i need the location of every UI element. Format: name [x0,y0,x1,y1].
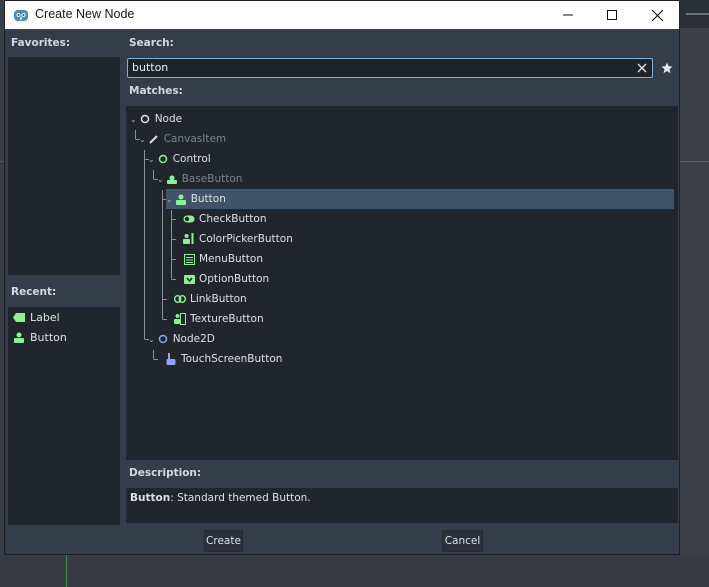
background-editor-bottom [0,555,709,587]
godot-icon [13,7,29,23]
recent-item-text: Label [30,310,60,324]
tree-item-label: Node2D [172,333,215,345]
chevron-down-icon[interactable]: ⌄ [148,155,155,164]
tree-item-linkbutton[interactable]: LinkButton [174,289,247,309]
description-body: : Standard themed Button. [170,492,311,504]
tree-item-label: TouchScreenButton [181,353,283,365]
recent-label: Recent: [11,286,57,298]
background-editor-corner [680,0,709,28]
tree-item-label: Node [154,113,183,125]
favorites-label: Favorites: [11,37,71,49]
search-input[interactable] [132,59,632,76]
minimize-button[interactable] [545,1,591,29]
tree-item-node[interactable]: ⌄ Node [130,109,182,129]
tree-item-button[interactable]: ⌄ Button [166,189,674,209]
tree-item-label: Button [190,193,226,205]
node2d-icon [157,333,169,345]
create-button[interactable]: Create [204,530,243,552]
background-guide-line [680,161,709,162]
tree-item-label: ColorPickerButton [199,233,293,245]
tree-item-menubutton[interactable]: MenuButton [183,249,263,269]
tree-item-node2d[interactable]: ⌄ Node2D [148,329,215,349]
color-picker-button-icon [183,233,195,245]
tree-item-colorpickerbutton[interactable]: ColorPickerButton [183,229,293,249]
tree-item-texturebutton[interactable]: TextureButton [174,309,264,329]
tree-item-label: LinkButton [190,293,247,305]
link-button-icon [174,293,186,305]
option-button-icon [183,273,195,285]
create-node-dialog: Create New Node Favorites: Recent: Label [4,0,680,555]
button-icon [175,193,187,205]
description-text: Button: Standard themed Button. [130,492,311,504]
matches-label: Matches: [129,85,183,97]
maximize-icon [607,10,617,20]
menu-button-icon [183,253,195,265]
clear-search-icon[interactable] [636,61,648,74]
description-class-name: Button [130,492,171,504]
control-icon [157,153,169,165]
matches-tree[interactable]: ⌄ Node ⌄ CanvasItem ⌄ Control ⌄ BaseButt… [126,106,678,460]
button-icon [13,331,25,343]
chevron-down-icon[interactable]: ⌄ [157,175,164,184]
label-icon [13,311,25,323]
touch-screen-button-icon [165,353,177,365]
favorites-list[interactable] [8,57,120,275]
search-label: Search: [129,37,174,49]
background-axis-line [66,555,67,587]
tree-item-optionbutton[interactable]: OptionButton [183,269,269,289]
tree-item-label: CanvasItem [163,133,227,145]
minimize-icon [563,14,573,16]
description-panel: Button: Standard themed Button. [126,488,678,523]
search-field[interactable] [127,58,653,78]
description-label: Description: [129,467,202,479]
tree-item-label: BaseButton [181,173,243,185]
tree-item-canvasitem[interactable]: ⌄ CanvasItem [139,129,226,149]
check-button-icon [183,213,195,225]
chevron-down-icon[interactable]: ⌄ [166,195,173,204]
favorite-star-icon[interactable] [660,61,674,75]
recent-item-label[interactable]: Label [8,307,120,327]
chevron-down-icon[interactable]: ⌄ [139,135,146,144]
base-button-icon [166,173,178,185]
texture-button-icon [174,313,186,325]
recent-item-button[interactable]: Button [8,327,120,347]
title-bar[interactable]: Create New Node [5,1,679,29]
tree-item-touchscreenbutton[interactable]: TouchScreenButton [165,349,282,369]
maximize-button[interactable] [589,1,635,29]
tree-item-control[interactable]: ⌄ Control [148,149,211,169]
tree-item-label: CheckButton [199,213,267,225]
tree-item-checkbutton[interactable]: CheckButton [183,209,266,229]
chevron-down-icon[interactable]: ⌄ [148,335,155,344]
close-button[interactable] [634,1,680,29]
canvas-item-icon [148,133,160,145]
close-icon [651,9,663,21]
tree-item-basebutton[interactable]: ⌄ BaseButton [157,169,242,189]
recent-item-text: Button [30,330,67,344]
tree-item-label: Control [172,153,211,165]
dialog-body: Favorites: Recent: Label Button Search: [5,29,679,554]
cancel-button[interactable]: Cancel [442,530,483,552]
recent-list[interactable]: Label Button [8,307,120,525]
tree-item-label: MenuButton [199,253,263,265]
window-title: Create New Node [35,7,135,21]
tree-item-label: TextureButton [190,313,264,325]
chevron-down-icon[interactable]: ⌄ [130,115,137,124]
node-icon [139,113,151,125]
tree-item-label: OptionButton [199,273,270,285]
